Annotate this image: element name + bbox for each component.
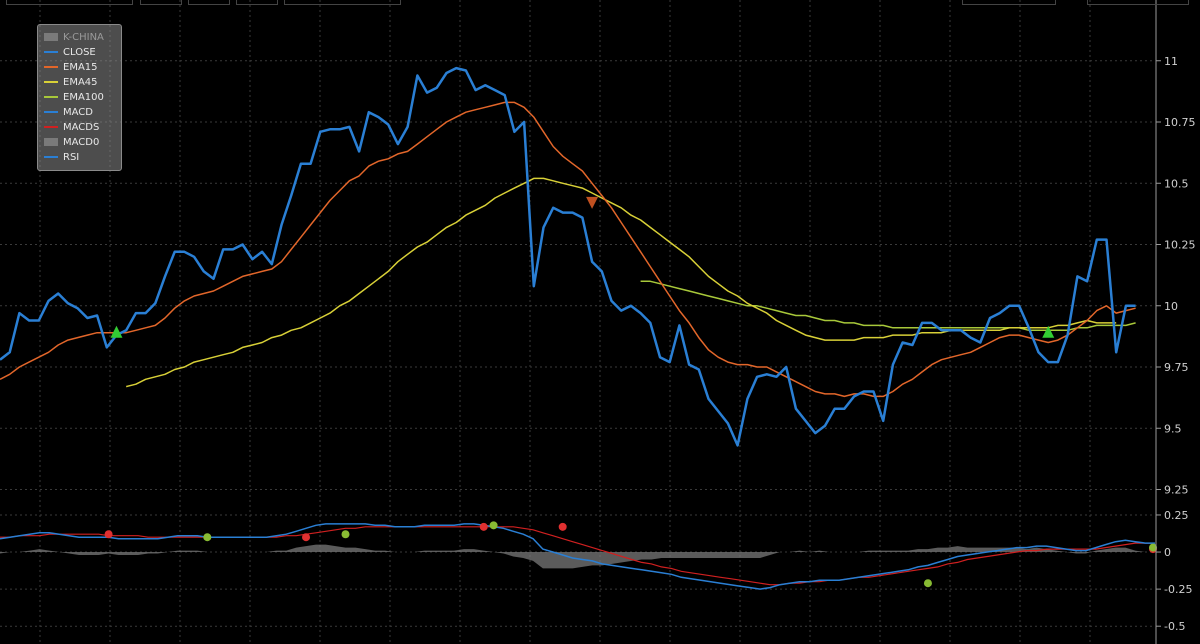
macd-cross-marker (341, 530, 350, 539)
macd-cross-marker (923, 579, 932, 588)
legend-item-macd0[interactable]: MACD0 (44, 136, 99, 150)
macd-y-tick-label: 0.25 (1164, 509, 1189, 522)
macd-cross-marker (104, 530, 113, 539)
legend-swatch (44, 156, 58, 158)
legend-label: EMA15 (63, 62, 98, 73)
legend-item-ema45[interactable]: EMA45 (44, 76, 98, 90)
legend-swatch (44, 81, 58, 83)
legend-item-ema15[interactable]: EMA15 (44, 61, 98, 75)
toolbar-button-3[interactable] (188, 0, 230, 5)
legend-swatch (44, 96, 58, 98)
macd-cross-marker (558, 522, 567, 531)
legend-swatch (44, 111, 58, 113)
series-ema45-line (126, 177, 1117, 388)
series-ema15-line (0, 101, 1136, 398)
macd-cross-marker (203, 533, 212, 542)
y-tick-label: 10.5 (1164, 177, 1189, 190)
chart-canvas: 9.25 9.5 9.75 10 10.25 10.5 10.75 11 -0.5 -0.25 0 0… (0, 0, 1196, 644)
legend-swatch (44, 66, 58, 68)
legend-swatch (44, 126, 58, 128)
y-axis: 9.25 9.5 9.75 10 10.25 10.5 10.75 11 -0.5 -0.25 0 0… (1155, 0, 1196, 644)
series-macd0-area (0, 544, 1155, 569)
legend-label: K-CHINA (63, 32, 104, 43)
macd-cross-marker (479, 522, 488, 531)
legend-swatch (44, 33, 58, 41)
y-tick-label: 9.5 (1164, 422, 1182, 435)
legend-label: MACD0 (63, 137, 100, 148)
legend-item-rsi[interactable]: RSI (44, 151, 79, 165)
y-tick-label: 10.75 (1164, 116, 1196, 129)
macd-y-tick-label: 0 (1164, 546, 1171, 559)
legend: K-CHINA CLOSE EMA15 EMA45 EMA100 MACD MACDS MAC… (37, 24, 122, 171)
legend-item-macd[interactable]: MACD (44, 106, 93, 120)
legend-swatch (44, 51, 58, 53)
toolbar-button-7[interactable] (1087, 0, 1189, 5)
legend-label: EMA100 (63, 92, 104, 103)
series-close-line (0, 66, 1136, 447)
toolbar-button-6[interactable] (962, 0, 1056, 5)
price-panel (0, 66, 1136, 447)
toolbar-button-2[interactable] (140, 0, 182, 5)
y-tick-label: 9.75 (1164, 361, 1189, 374)
macd-y-tick-label: -0.25 (1164, 583, 1192, 596)
macd-cross-marker (302, 533, 311, 542)
legend-label: RSI (63, 152, 80, 163)
legend-label: CLOSE (63, 47, 96, 58)
macd-panel (0, 521, 1157, 590)
legend-swatch (44, 138, 58, 146)
legend-label: MACDS (63, 122, 100, 133)
y-tick-label: 10.25 (1164, 239, 1196, 252)
toolbar-button-5[interactable] (284, 0, 401, 5)
y-tick-label: 9.25 (1164, 484, 1189, 497)
toolbar-button-4[interactable] (236, 0, 278, 5)
legend-item-close[interactable]: CLOSE (44, 46, 96, 60)
y-tick-label: 11 (1164, 55, 1178, 68)
legend-item-macds[interactable]: MACDS (44, 121, 99, 135)
macd-y-tick-label: -0.5 (1164, 620, 1185, 633)
legend-item-ema100[interactable]: EMA100 (44, 91, 104, 105)
legend-item-k-china[interactable]: K-CHINA (44, 31, 104, 45)
y-tick-label: 10 (1164, 300, 1178, 313)
sell-signal-marker (586, 196, 599, 209)
legend-label: MACD (63, 107, 93, 118)
toolbar-button-1[interactable] (6, 0, 133, 5)
macd-cross-marker (489, 521, 498, 530)
grid (0, 0, 1155, 644)
legend-label: EMA45 (63, 77, 98, 88)
